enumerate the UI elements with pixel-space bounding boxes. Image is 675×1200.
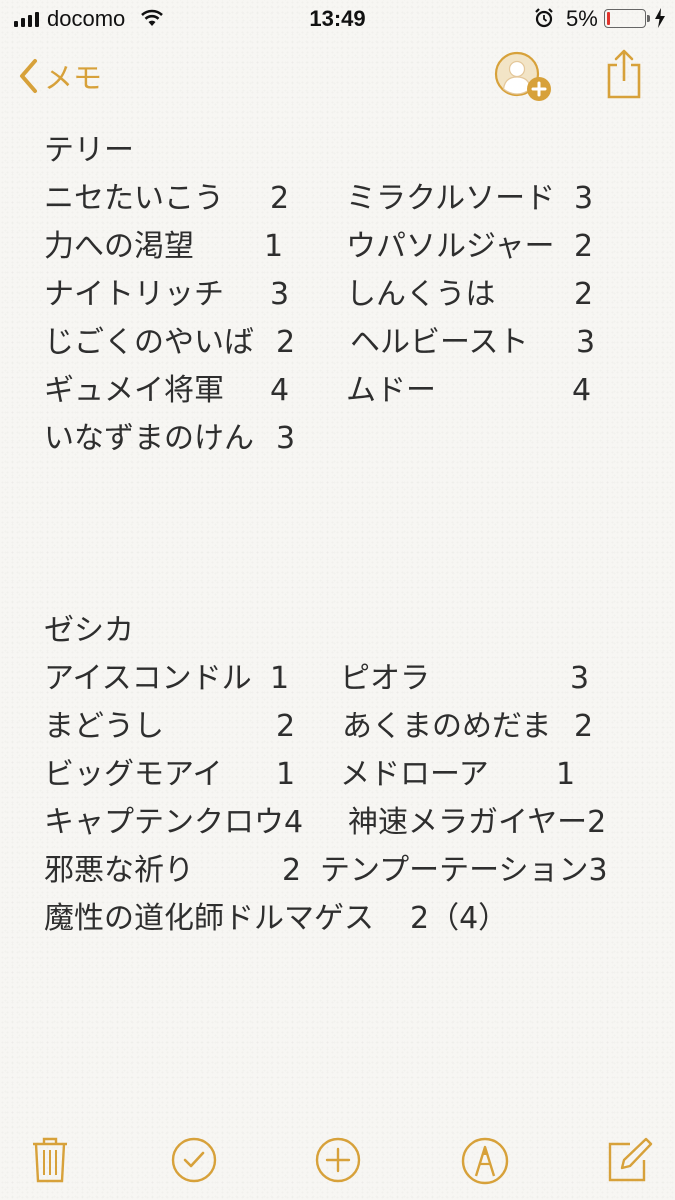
item-count: 4 (572, 373, 592, 408)
item-name: ニセたいこう (44, 181, 224, 216)
item-count: 3 (270, 277, 290, 312)
battery-percent: 5% (566, 6, 598, 31)
item-count: 4 (270, 373, 290, 408)
item-name: アイスコンドル (44, 661, 252, 696)
item-name: メドローア (340, 757, 489, 792)
item-count: 2 (574, 277, 594, 312)
item-name: ピオラ (340, 661, 430, 696)
item-name: あくまのめだま (342, 709, 552, 744)
back-button-label: メモ (44, 61, 103, 95)
item-name: ビッグモアイ (44, 757, 223, 792)
item-count: 1 (276, 757, 296, 792)
charging-bolt-icon (654, 8, 666, 34)
add-person-icon[interactable] (493, 49, 555, 107)
item-name: ナイトリッチ (44, 277, 224, 312)
item-count: 3 (576, 325, 596, 360)
status-bar: docomo 13:49 5% (0, 0, 675, 38)
item-count: 1 (556, 757, 576, 792)
item-name: ヘルビースト (350, 325, 529, 360)
item-count: 2 (574, 709, 594, 744)
item-count: 2 (270, 181, 290, 216)
item-count: 3 (276, 421, 296, 456)
item-name: 力への渇望 (44, 229, 194, 264)
item-count: 1 (264, 229, 284, 264)
item-count: 2（4） (410, 901, 509, 936)
chevron-left-icon (20, 59, 37, 93)
item-count: 2 (282, 853, 302, 888)
item-name: テンプーテーション3 (320, 853, 608, 888)
section-title: テリー (44, 133, 134, 168)
markup-icon[interactable] (460, 1136, 510, 1190)
item-name: キャプテンクロウ4 (44, 805, 304, 840)
item-name: 魔性の道化師ドルマゲス (44, 901, 374, 936)
item-count: 2 (276, 709, 296, 744)
item-name: ウパソルジャー (346, 229, 555, 264)
add-icon[interactable] (314, 1136, 362, 1188)
navigation-bar: メモ (0, 40, 675, 115)
item-name: じごくのやいば (44, 325, 254, 360)
item-name: まどうし (44, 709, 164, 744)
checklist-icon[interactable] (170, 1136, 218, 1188)
item-name: ギュメイ将軍 (44, 373, 224, 408)
item-name: 邪悪な祈り (44, 853, 194, 888)
item-name: ムドー (346, 373, 436, 408)
item-count: 2 (276, 325, 296, 360)
back-button[interactable]: メモ (18, 54, 102, 98)
trash-icon[interactable] (30, 1136, 70, 1188)
share-icon[interactable] (604, 48, 644, 104)
battery-level-fill (607, 12, 610, 25)
item-name: 神速メラガイヤー2 (348, 805, 607, 840)
compose-icon[interactable] (606, 1136, 654, 1188)
item-count: 3 (570, 661, 590, 696)
battery-icon (604, 9, 650, 28)
item-name: いなずまのけん (44, 421, 254, 456)
bottom-toolbar (0, 1130, 675, 1190)
item-name: ミラクルソード (346, 181, 556, 216)
item-count: 2 (574, 229, 594, 264)
alarm-icon (534, 7, 554, 35)
section-title: ゼシカ (44, 613, 134, 648)
item-name: しんくうは (346, 277, 496, 312)
item-count: 3 (574, 181, 594, 216)
item-count: 1 (270, 661, 290, 696)
